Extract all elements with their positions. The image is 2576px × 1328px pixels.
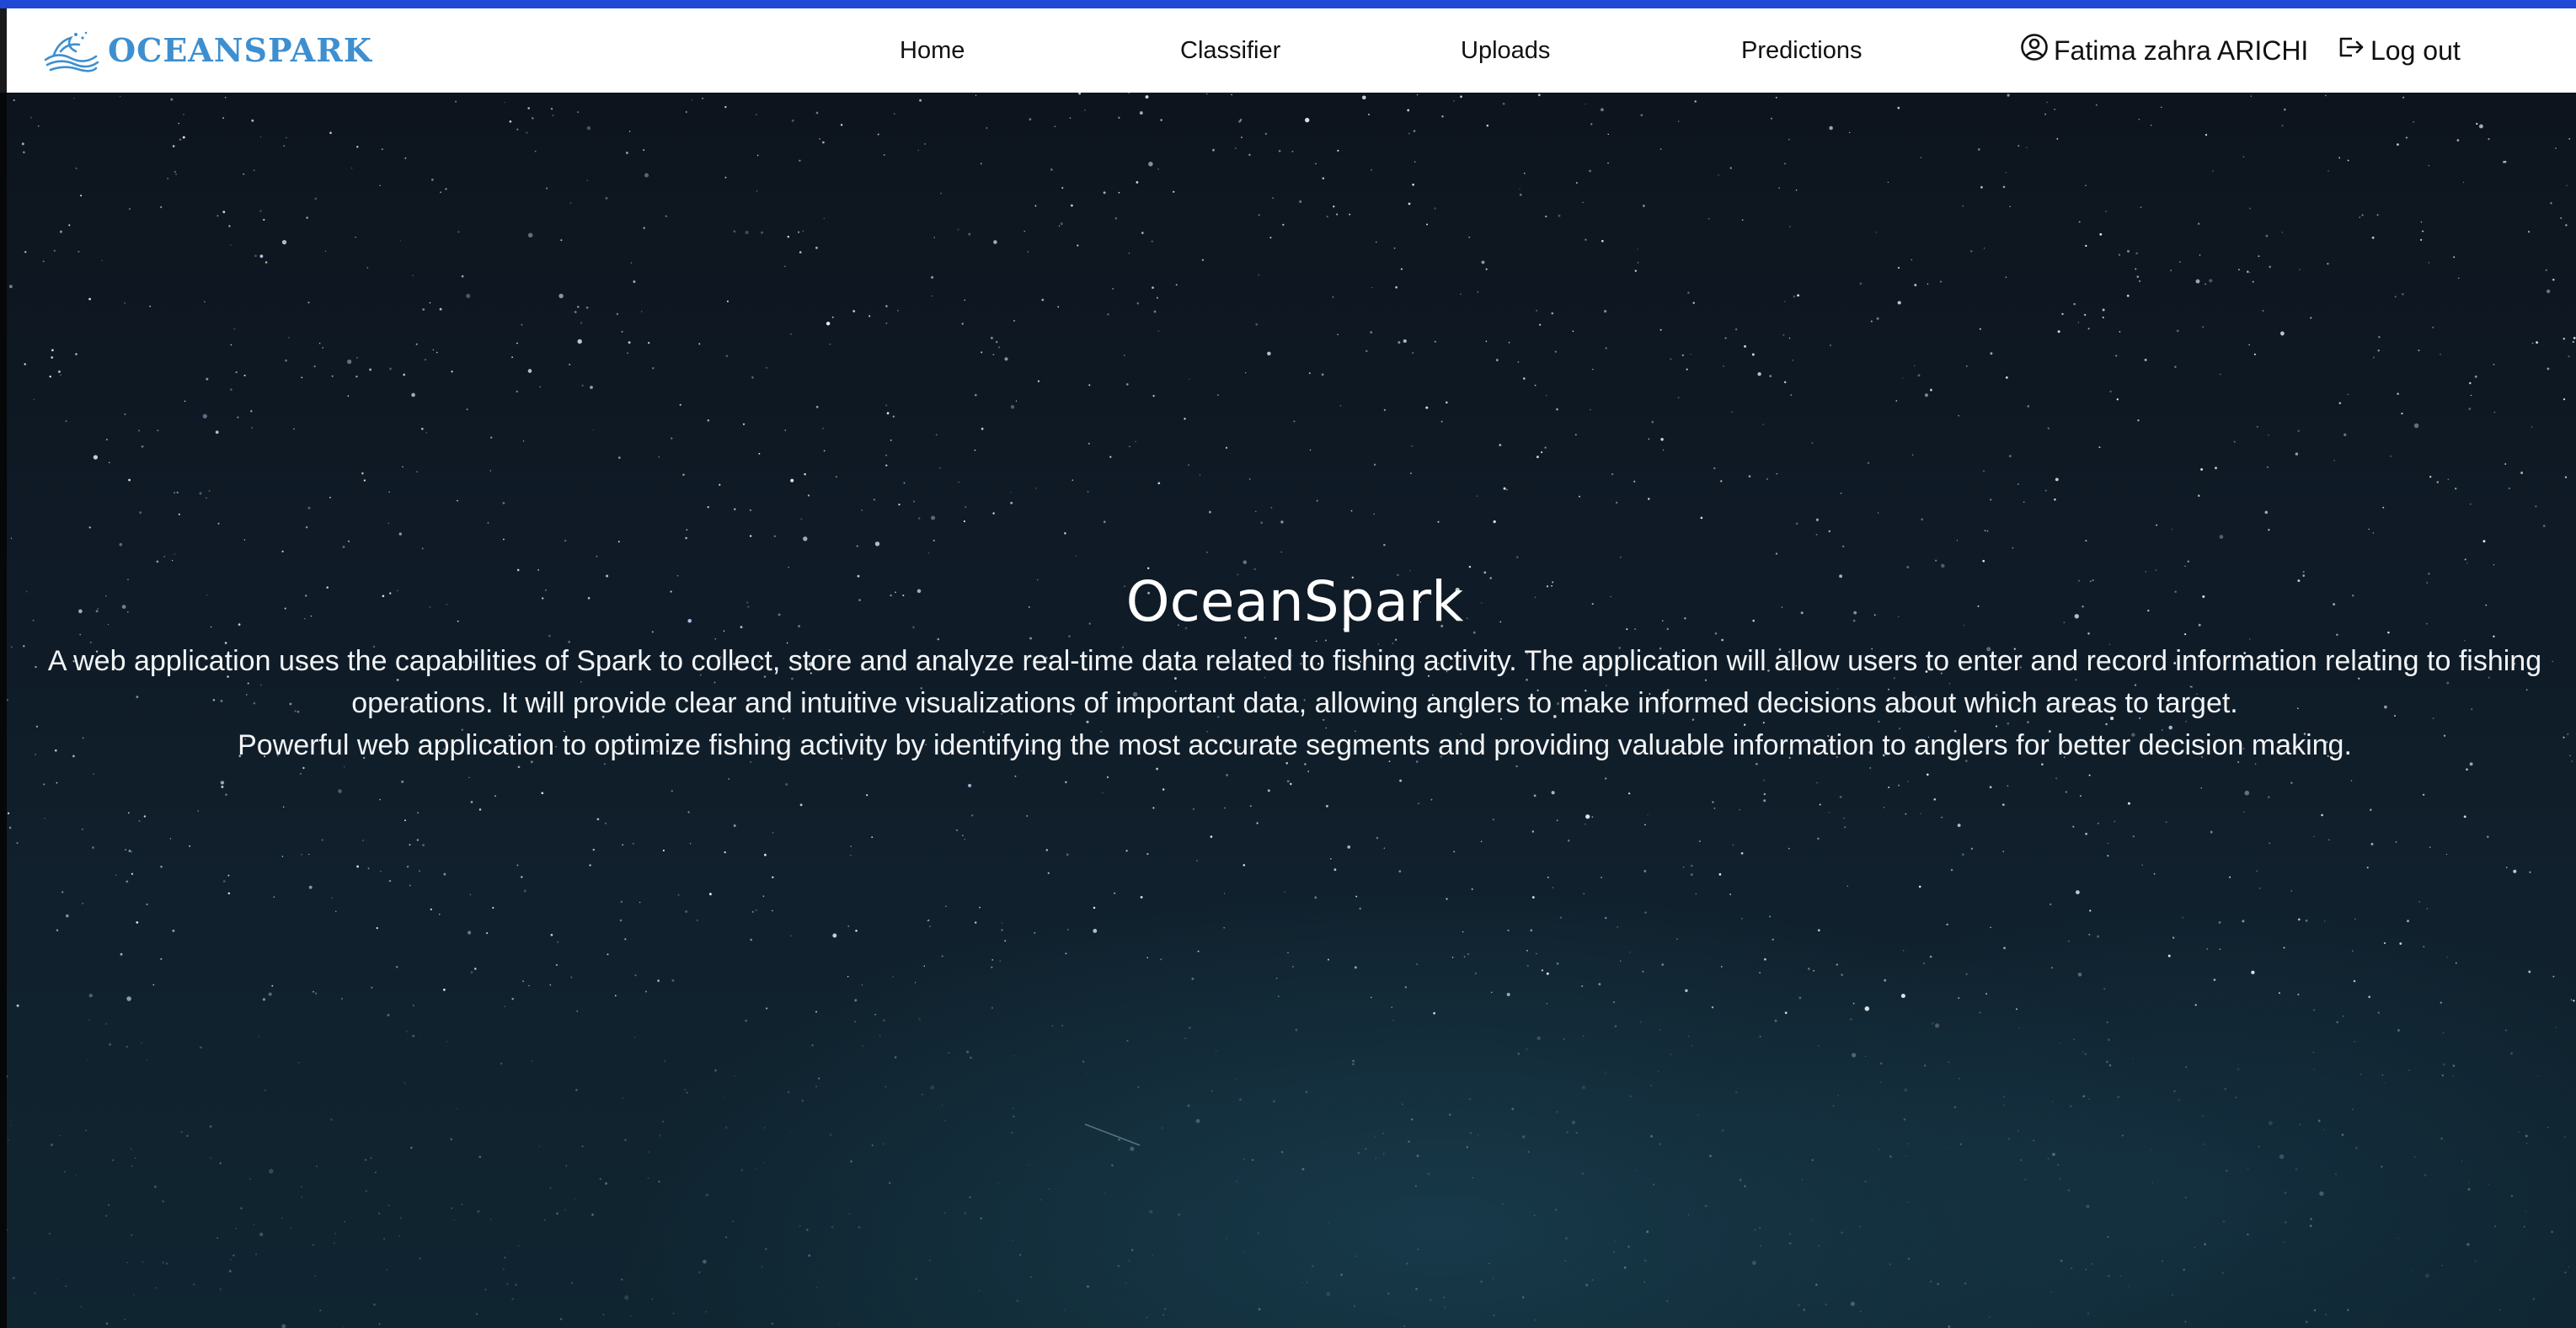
top-navbar: OCEANSPARK Home Classifier Uploads Predi… xyxy=(0,8,2576,93)
hero-section: OceanSpark A web application uses the ca… xyxy=(0,93,2576,1328)
logout-link[interactable]: Log out xyxy=(2337,8,2461,93)
hero-description: A web application uses the capabilities … xyxy=(47,645,2542,719)
logout-icon xyxy=(2337,35,2365,67)
user-name: Fatima zahra ARICHI xyxy=(2054,35,2309,66)
brand-name: OCEANSPARK xyxy=(108,30,372,69)
logout-label: Log out xyxy=(2370,35,2461,66)
nav-uploads-link[interactable]: Uploads xyxy=(1461,8,1550,93)
user-profile-link[interactable]: Fatima zahra ARICHI xyxy=(2020,8,2308,93)
hero-title: OceanSpark xyxy=(1125,569,1464,634)
hero-content: OceanSpark A web application uses the ca… xyxy=(7,564,2576,766)
nav-predictions-link[interactable]: Predictions xyxy=(1741,8,1862,93)
hero-tagline: Powerful web application to optimize fis… xyxy=(238,729,2352,761)
brand-logo-link[interactable]: OCEANSPARK xyxy=(42,20,372,79)
waves-logo-icon xyxy=(42,26,99,73)
nav-home-link[interactable]: Home xyxy=(900,8,965,93)
top-accent-stripe xyxy=(0,0,2576,8)
page: OCEANSPARK Home Classifier Uploads Predi… xyxy=(0,0,2576,1328)
nav-classifier-link[interactable]: Classifier xyxy=(1180,8,1280,93)
user-circle-icon xyxy=(2020,33,2049,68)
